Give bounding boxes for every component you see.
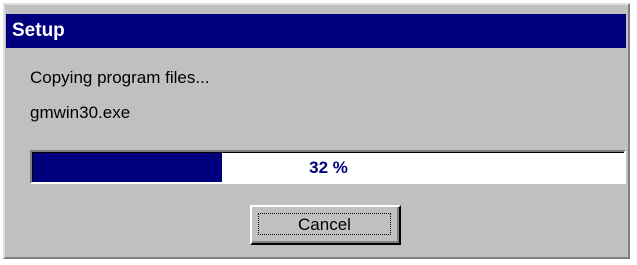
progress-track: 32 % [32, 152, 624, 182]
status-message: Copying program files... [30, 68, 210, 87]
progress-bar: 32 % [30, 150, 626, 184]
cancel-button-label: Cancel [258, 213, 391, 235]
progress-percent-label: 32 % [309, 158, 348, 177]
dialog-title: Setup [12, 20, 65, 41]
cancel-button[interactable]: Cancel [250, 205, 401, 245]
current-file-name: gmwin30.exe [30, 103, 131, 122]
dialog-title-bar[interactable]: Setup [6, 14, 626, 48]
